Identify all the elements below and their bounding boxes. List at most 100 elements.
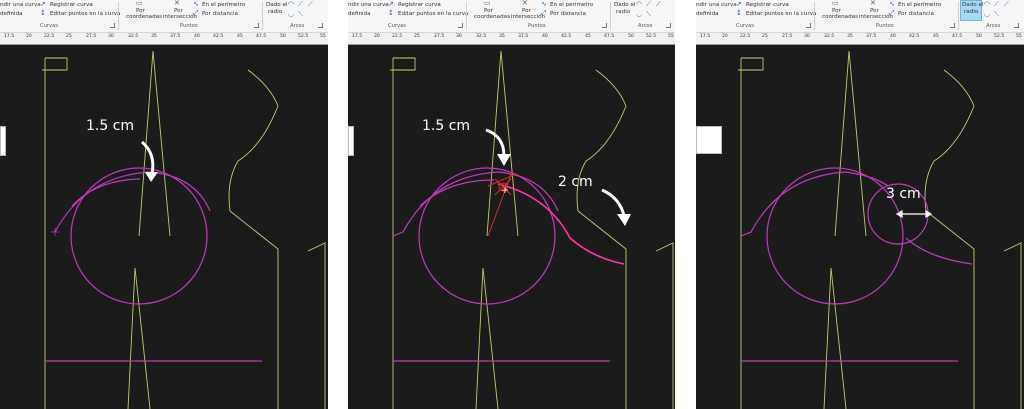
panel-step-1: ndir una curva ↗ Registrar curva definid…	[0, 0, 328, 409]
pattern-line-back	[1003, 242, 1022, 409]
arc-tools-icon[interactable]: ⟋	[308, 1, 313, 8]
group-launcher-arcos[interactable]	[1014, 23, 1019, 28]
menu-item-on-perimeter[interactable]: En el perímetro	[898, 2, 941, 8]
arc-tools-icon[interactable]: ⟍	[646, 11, 651, 18]
ruler-tick-label: 30	[804, 34, 810, 39]
menu-item-by-distance[interactable]: Por distancia	[202, 11, 238, 17]
ruler-tick-label: 47.5	[952, 34, 963, 39]
ribbon-separator	[958, 2, 959, 30]
point-perimeter-icon: ∿	[889, 0, 895, 8]
button-by-intersection-line2[interactable]: intersección	[859, 14, 893, 20]
ruler-tick-label: 40	[542, 34, 548, 39]
ruler-tick-label: 27.5	[86, 34, 97, 39]
arc-radius-icon[interactable]: ◠	[984, 1, 990, 8]
ruler-tick-label: 35	[499, 34, 505, 39]
ruler-tick-label: 55	[320, 34, 326, 39]
menu-item-register-curve[interactable]: Registrar curva	[50, 2, 93, 8]
button-by-intersection-line2[interactable]: intersección	[511, 14, 545, 20]
arc-radius-icon[interactable]: ◡	[288, 11, 294, 18]
original-curve	[419, 179, 495, 207]
measurement-annotation: 2 cm	[558, 174, 593, 190]
menu-item-edit-curve-points[interactable]: Editar puntos en la curva	[398, 11, 468, 17]
panel-step-3: ndir una curva ↗ Registrar curva definid…	[696, 0, 1024, 409]
ruler-tick-label: 27.5	[782, 34, 793, 39]
menu-item-divide-curve[interactable]: ndir una curva	[696, 2, 737, 8]
arc-radius-icon[interactable]: ◠	[636, 1, 642, 8]
menu-item-on-perimeter[interactable]: En el perímetro	[550, 2, 593, 8]
menu-item-defined[interactable]: definida	[0, 11, 23, 17]
arc-radius-icon[interactable]: ◡	[636, 11, 642, 18]
arc-tools-icon[interactable]: ⟍	[298, 11, 303, 18]
group-launcher-curvas[interactable]	[110, 23, 115, 28]
arc-tools-icon[interactable]: ⟋	[1004, 1, 1009, 8]
button-given-radius-line2[interactable]: radio	[616, 9, 630, 15]
pattern-line-waist-dart	[830, 267, 847, 409]
button-by-intersection-line2[interactable]: intersección	[163, 14, 197, 20]
point-intersection-icon: ✕	[522, 0, 528, 7]
group-launcher-curvas[interactable]	[806, 23, 811, 28]
arc-tools-icon[interactable]: ⟍	[994, 11, 999, 18]
ruler-tick-label: 22.5	[44, 34, 55, 39]
point-distance-icon: ⤢	[193, 9, 199, 17]
button-by-coordinates-line2[interactable]: coordenadas	[822, 14, 858, 20]
ruler-tick-label: 45	[933, 34, 939, 39]
pattern-line-neck	[390, 57, 416, 71]
ruler-tick-label: 47.5	[604, 34, 615, 39]
menu-item-by-distance[interactable]: Por distancia	[898, 11, 934, 17]
group-launcher-arcos[interactable]	[318, 23, 323, 28]
button-given-radius-line2[interactable]: radio	[268, 9, 282, 15]
menu-item-on-perimeter[interactable]: En el perímetro	[202, 2, 245, 8]
group-label-arcos: Arcos	[986, 23, 1001, 29]
menu-item-defined[interactable]: definida	[348, 11, 371, 17]
menu-item-edit-curve-points[interactable]: Editar puntos en la curva	[746, 11, 816, 17]
ruler-tick-label: 37.5	[170, 34, 181, 39]
arc-tools-icon[interactable]: ⟋	[656, 1, 661, 8]
menu-item-divide-curve[interactable]: ndir una curva	[348, 2, 389, 8]
ruler-tick-label: 22.5	[740, 34, 751, 39]
button-by-coordinates-line2[interactable]: coordenadas	[126, 14, 162, 20]
group-launcher-arcos[interactable]	[666, 23, 671, 28]
menu-item-defined[interactable]: definida	[696, 11, 719, 17]
group-launcher-puntos[interactable]	[950, 23, 955, 28]
ribbon-separator	[262, 2, 263, 30]
menu-item-by-distance[interactable]: Por distancia	[550, 11, 586, 17]
ribbon: ndir una curva ↗ Registrar curva definid…	[0, 0, 328, 33]
annotation-arrow	[140, 140, 158, 182]
curve-register-icon: ↗	[388, 0, 394, 8]
radius-arrowhead	[925, 209, 933, 219]
point-intersection-icon: ✕	[174, 0, 180, 7]
menu-item-edit-curve-points[interactable]: Editar puntos en la curva	[50, 11, 120, 17]
pattern-drawing	[738, 50, 1022, 409]
ribbon-separator	[610, 2, 611, 30]
ruler-tick-label: 17.5	[4, 34, 15, 39]
group-label-arcos: Arcos	[290, 23, 305, 29]
arc-tools-icon[interactable]: ⟋	[646, 1, 651, 8]
menu-item-divide-curve[interactable]: ndir una curva	[0, 2, 41, 8]
button-given-radius-line1[interactable]: Dado el	[266, 2, 287, 8]
point-coordinates-icon: ▭	[832, 0, 839, 7]
menu-item-register-curve[interactable]: Registrar curva	[398, 2, 441, 8]
point-coordinates-icon: ▭	[136, 0, 143, 7]
modified-curve	[740, 171, 889, 237]
group-launcher-puntos[interactable]	[602, 23, 607, 28]
button-given-radius-line1[interactable]: Dado el	[962, 2, 983, 8]
pattern-line-waist-dart	[482, 267, 499, 409]
arc-tools-icon[interactable]: ⟋	[298, 1, 303, 8]
group-label-arcos: Arcos	[638, 23, 653, 29]
group-launcher-puntos[interactable]	[254, 23, 259, 28]
button-by-coordinates-line2[interactable]: coordenadas	[474, 14, 510, 20]
ruler-tick-label: 50	[976, 34, 982, 39]
button-given-radius-line2[interactable]: radio	[964, 9, 978, 15]
ruler-tick-label: 45	[237, 34, 243, 39]
ruler-tick-label: 20	[722, 34, 728, 39]
button-given-radius-line1[interactable]: Dado el	[614, 2, 635, 8]
pattern-drawing	[42, 50, 326, 409]
arc-tools-icon[interactable]: ⟋	[994, 1, 999, 8]
drawing-canvas[interactable]	[0, 46, 328, 409]
menu-item-register-curve[interactable]: Registrar curva	[746, 2, 789, 8]
group-launcher-curvas[interactable]	[458, 23, 463, 28]
drawing-canvas[interactable]	[696, 46, 1024, 409]
drawing-canvas[interactable]	[348, 46, 675, 409]
arc-radius-icon[interactable]: ◠	[288, 1, 294, 8]
arc-radius-icon[interactable]: ◡	[984, 11, 990, 18]
